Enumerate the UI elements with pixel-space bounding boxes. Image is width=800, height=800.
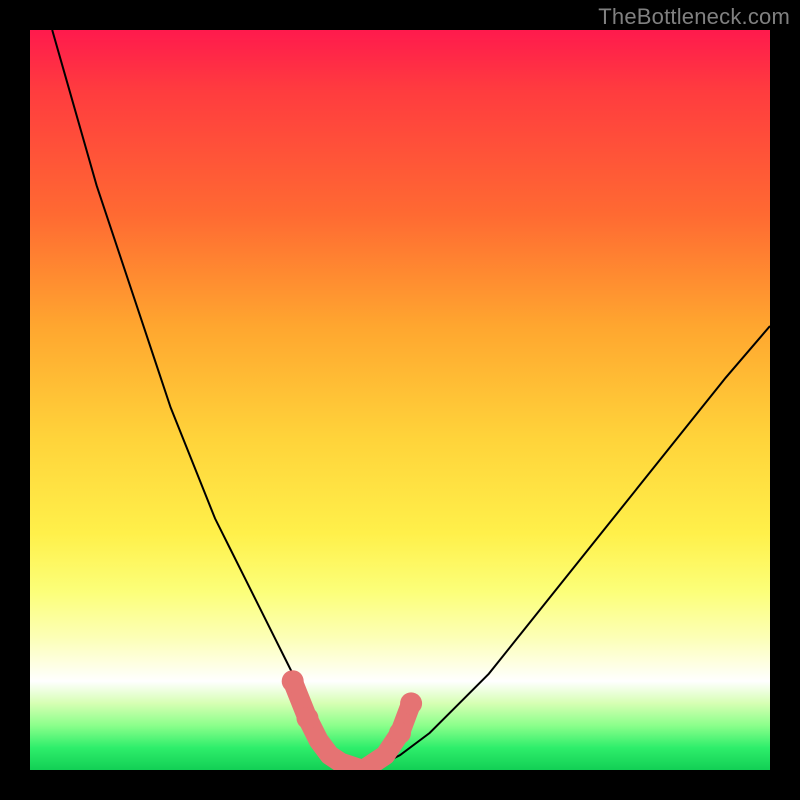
frame: TheBottleneck.com xyxy=(0,0,800,800)
bottleneck-curve xyxy=(52,30,770,770)
overlay-dot xyxy=(282,670,304,692)
chart-svg xyxy=(30,30,770,770)
watermark-text: TheBottleneck.com xyxy=(598,4,790,30)
overlay-dot xyxy=(400,692,422,714)
overlay-dot xyxy=(297,707,319,729)
overlay-dot xyxy=(389,722,411,744)
plot-area xyxy=(30,30,770,770)
